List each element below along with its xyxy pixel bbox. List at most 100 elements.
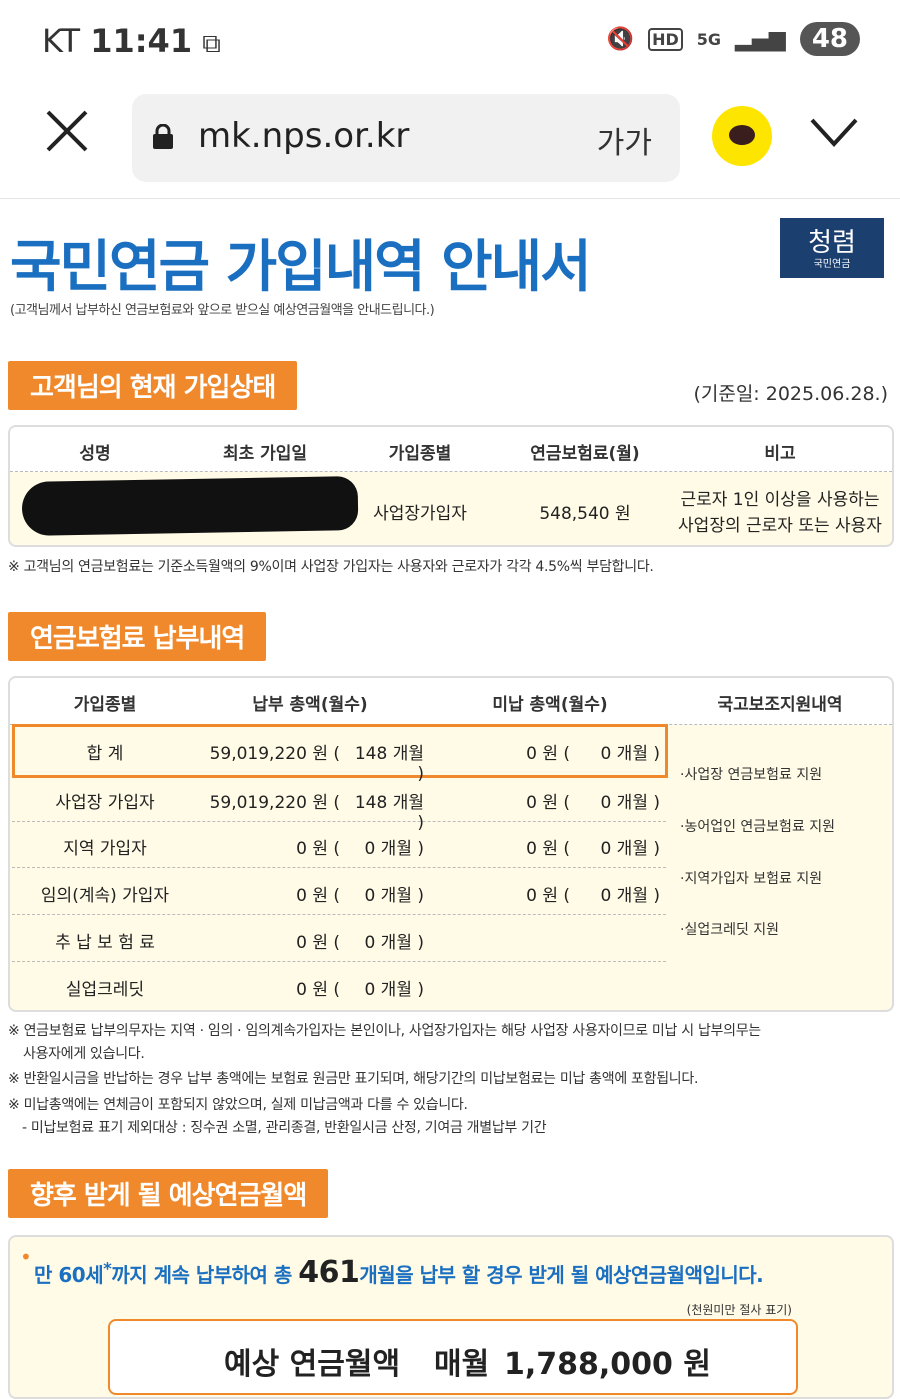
payment-note-3: ※ 미납총액에는 연체금이 포함되지 않았으며, 실제 미납금액과 다를 수 있…	[8, 1097, 468, 1113]
browser-toolbar: mk.nps.or.kr 가가	[0, 88, 900, 199]
row-paid-regional: 0 원 (	[296, 839, 340, 859]
chat-bubble-icon	[729, 125, 755, 145]
row-divider	[12, 867, 666, 868]
row-paid-months-voluntary: 0 개월 )	[364, 886, 424, 906]
age-text: 만 60세	[34, 1263, 104, 1287]
desc-mid: 까지 계속 납부하여 총	[111, 1263, 299, 1287]
reference-date: (기준일: 2025.06.28.)	[693, 383, 888, 405]
row-unpaid-regional: 0 원 (	[526, 839, 570, 859]
status-table: 성명 최초 가입일 가입종별 연금보험료(월) 비고 사업장가입자 548,54…	[8, 425, 894, 547]
row-paid-months-regional: 0 개월 )	[364, 839, 424, 859]
row-divider	[12, 821, 666, 822]
row-paid-months-total: 148 개월 )	[354, 744, 424, 784]
header-first-join: 최초 가입일	[222, 444, 308, 464]
url-text: mk.nps.or.kr	[198, 116, 410, 156]
section-heading-status: 고객님의 현재 가입상태	[8, 361, 298, 410]
battery-level: 48	[799, 22, 860, 56]
logo-main-text: 청렴	[808, 228, 856, 258]
row-unpaid-months-workplace: 0 개월 )	[600, 793, 660, 813]
header-support: 국고보조지원내역	[717, 695, 843, 715]
row-paid-voluntary: 0 원 (	[296, 886, 340, 906]
integrity-logo: 청렴 국민연금	[780, 218, 884, 278]
support-item-regional: ·지역가입자 보험료 지원	[680, 871, 823, 887]
network-type: 5G	[696, 29, 722, 49]
support-item-workplace: ·사업장 연금보험료 지원	[680, 767, 823, 783]
payments-table-header: 가입종별 납부 총액(월수) 미납 총액(월수) 국고보조지원내역	[10, 678, 892, 725]
join-type-value: 사업장가입자	[373, 504, 467, 524]
row-paid-workplace: 59,019,220 원 (	[209, 793, 340, 813]
support-item-unemployment: ·실업크레딧 지원	[680, 922, 780, 938]
status-left: KT 11:41 ⧉	[42, 22, 221, 60]
screenshot-icon: ⧉	[202, 29, 221, 59]
row-label-late-payment: 추 납 보 험 료	[55, 933, 155, 953]
payment-note-1: ※ 연금보험료 납부의무자는 지역 · 임의 · 임의계속가입자는 본인이나, …	[8, 1023, 761, 1039]
payment-note-4: - 미납보험료 표기 제외대상 : 징수권 소멸, 관리종결, 반환일시금 산정…	[22, 1120, 547, 1136]
kakaotalk-button[interactable]	[712, 106, 772, 166]
expected-amount-box: 예상 연금월액 매월 1,788,000 원	[108, 1319, 798, 1395]
section-heading-expected: 향후 받게 될 예상연금월액	[8, 1169, 329, 1218]
total-months: 461	[298, 1255, 360, 1290]
row-unpaid-total: 0 원 (	[526, 744, 570, 764]
row-paid-months-unemployment-credit: 0 개월 )	[364, 980, 424, 1000]
section-heading-payments: 연금보험료 납부내역	[8, 612, 267, 661]
redacted-personal-info	[21, 476, 359, 536]
state-support-column: ·사업장 연금보험료 지원 ·농어업인 연금보험료 지원 ·지역가입자 보험료 …	[668, 724, 892, 1008]
premium-value: 548,540 원	[539, 504, 631, 524]
clock: 11:41	[90, 22, 193, 60]
payment-note-1b: 사용자에게 있습니다.	[23, 1046, 145, 1062]
carrier: KT	[42, 22, 81, 60]
expected-description: 만 60세*까지 계속 납부하여 총 461개월을 납부 할 경우 받게 될 예…	[34, 1255, 764, 1290]
row-unpaid-months-total: 0 개월 )	[600, 744, 660, 764]
header-type: 가입종별	[388, 444, 452, 464]
expected-amount-value: 1,788,000 원	[504, 1347, 711, 1382]
signal-icon: ▂▄▆	[735, 26, 786, 52]
support-item-farmer: ·농어업인 연금보험료 지원	[680, 819, 836, 835]
row-paid-total: 59,019,220 원 (	[209, 744, 340, 764]
expected-amount-label: 예상 연금월액	[224, 1347, 401, 1382]
row-label-regional: 지역 가입자	[63, 839, 147, 859]
row-paid-late-payment: 0 원 (	[296, 933, 340, 953]
row-paid-months-workplace: 148 개월 )	[354, 793, 424, 833]
row-paid-months-late-payment: 0 개월 )	[364, 933, 424, 953]
header-name: 성명	[79, 444, 111, 464]
status-table-header: 성명 최초 가입일 가입종별 연금보험료(월) 비고	[10, 427, 892, 472]
row-paid-unemployment-credit: 0 원 (	[296, 980, 340, 1000]
payment-note-2: ※ 반환일시금을 반납하는 경우 납부 총액에는 보험료 원금만 표기되며, 해…	[8, 1071, 699, 1087]
page-subtitle: (고객님께서 납부하신 연금보험료와 앞으로 받으실 예상연금월액을 안내드립니…	[10, 303, 435, 318]
remark-line2: 사업장의 근로자 또는 사용자	[678, 516, 882, 536]
row-unpaid-voluntary: 0 원 (	[526, 886, 570, 906]
row-label-workplace: 사업장 가입자	[55, 793, 155, 813]
payments-table: 가입종별 납부 총액(월수) 미납 총액(월수) 국고보조지원내역 합 계 59…	[8, 676, 894, 1012]
row-unpaid-months-regional: 0 개월 )	[600, 839, 660, 859]
row-divider	[12, 961, 666, 962]
row-unpaid-workplace: 0 원 (	[526, 793, 570, 813]
row-label-total: 합 계	[86, 744, 124, 764]
row-divider	[12, 914, 666, 915]
row-label-voluntary: 임의(계속) 가입자	[40, 886, 170, 906]
header-join-type: 가입종별	[73, 695, 137, 715]
monthly-label: 매월	[434, 1347, 490, 1382]
hd-icon: HD	[648, 27, 683, 51]
status-right: 🔇 HD 5G ▂▄▆ 48	[607, 22, 860, 56]
page-title: 국민연금 가입내역 안내서	[10, 235, 592, 300]
header-unpaid-total: 미납 총액(월수)	[492, 695, 608, 715]
lock-icon	[153, 124, 173, 149]
premium-note: ※ 고객님의 연금보험료는 기준소득월액의 9%이며 사업장 가입자는 사용자와…	[8, 559, 654, 575]
text-size-button[interactable]: 가가	[597, 118, 652, 162]
rounding-note: (천원미만 절사 표기)	[686, 1303, 792, 1317]
row-unpaid-months-voluntary: 0 개월 )	[600, 886, 660, 906]
expected-pension-box: • 만 60세*까지 계속 납부하여 총 461개월을 납부 할 경우 받게 될…	[8, 1235, 894, 1399]
logo-sub-text: 국민연금	[813, 259, 851, 270]
remark-line1: 근로자 1인 이상을 사용하는	[680, 490, 880, 510]
status-bar: KT 11:41 ⧉ 🔇 HD 5G ▂▄▆ 48	[0, 0, 900, 84]
header-premium: 연금보험료(월)	[530, 444, 640, 464]
bullet: •	[20, 1245, 32, 1269]
header-remark: 비고	[764, 444, 796, 464]
row-label-unemployment-credit: 실업크레딧	[65, 980, 145, 1000]
desc-suffix: 개월을 납부 할 경우 받게 될 예상연금월액입니다.	[359, 1263, 764, 1287]
mute-icon: 🔇	[606, 26, 635, 52]
address-bar[interactable]: mk.nps.or.kr 가가	[132, 94, 680, 182]
chevron-down-icon[interactable]	[808, 114, 860, 150]
header-paid-total: 납부 총액(월수)	[252, 695, 368, 715]
close-icon[interactable]	[44, 108, 90, 154]
